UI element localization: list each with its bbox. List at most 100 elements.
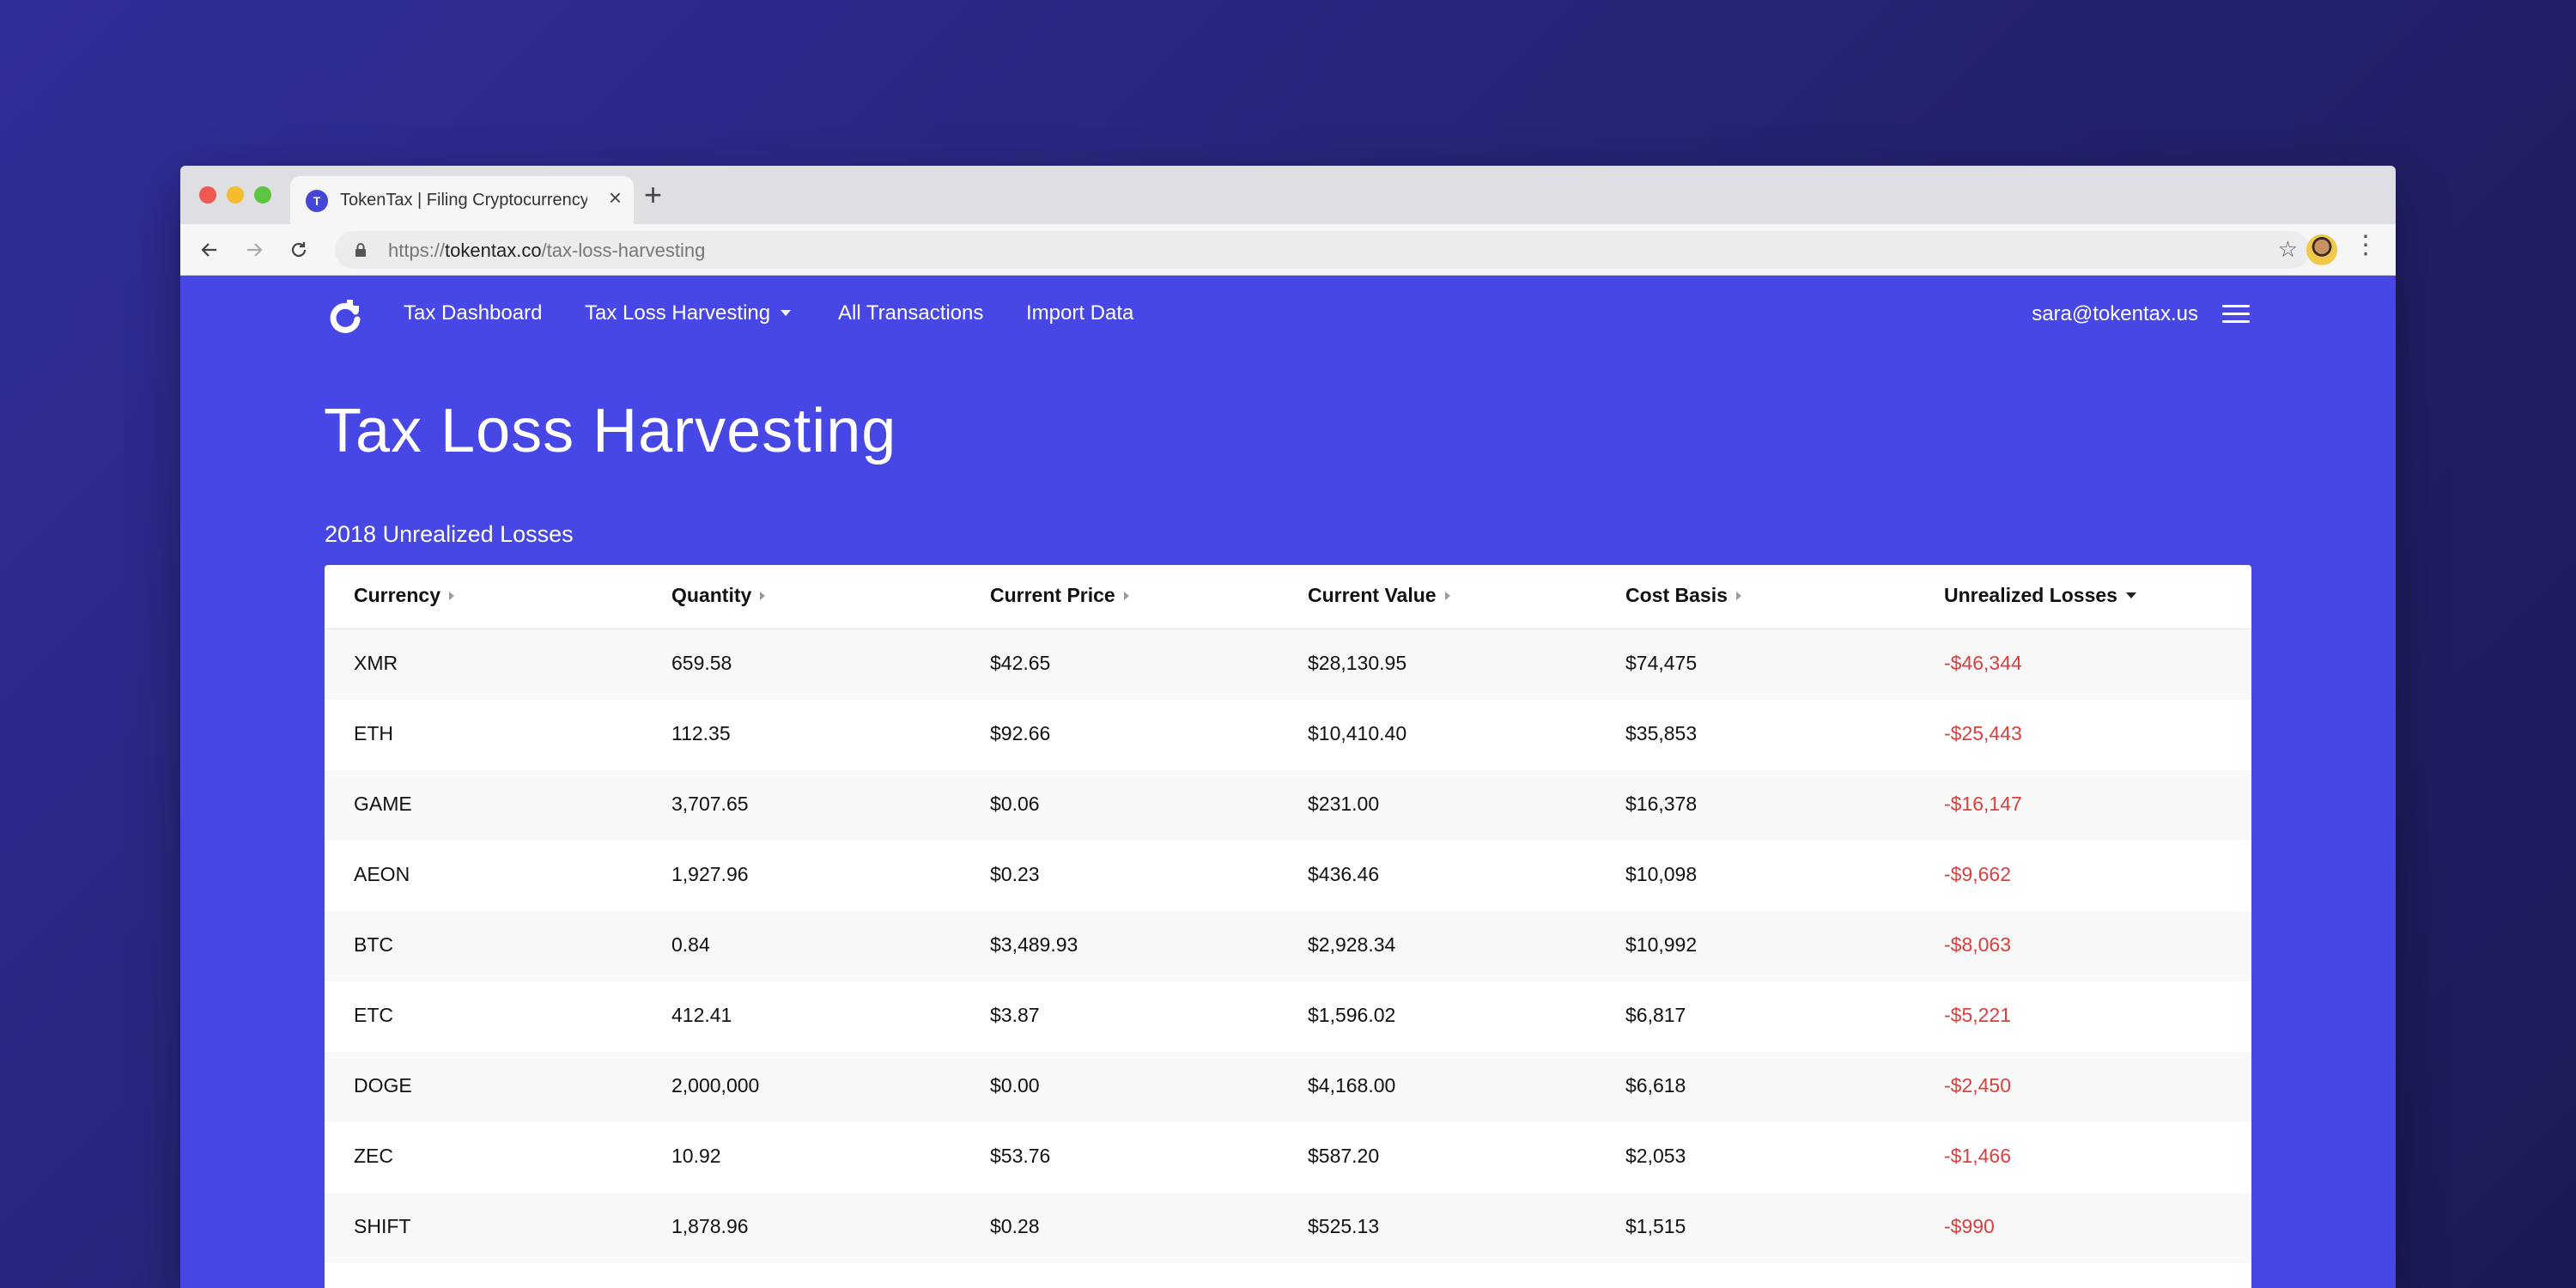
sort-icon [1444,592,1450,600]
cell-quantity: 1,878.96 [671,1215,749,1237]
bookmark-star-icon[interactable]: ☆ [2278,238,2298,260]
losses-table: Currency Quantity Current Price Current … [325,565,2251,1288]
nav-all-transactions[interactable]: All Transactions [838,301,983,325]
cell-cost-basis: $74,475 [1625,652,1698,674]
close-window-button[interactable] [199,186,216,204]
cell-unrealized-loss: -$9,662 [1944,863,2012,885]
cell-cost-basis: $1,515 [1625,1215,1686,1237]
nav-import-data[interactable]: Import Data [1026,301,1133,325]
column-header-quantity[interactable]: Quantity [671,584,766,607]
table-row[interactable]: SHIFT 1,878.96 $0.28 $525.13 $1,515 -$990 [325,1193,2251,1263]
tokentax-logo-icon[interactable] [325,296,366,337]
cell-unrealized-loss: -$25,443 [1944,722,2022,744]
app-content: Tax Dashboard Tax Loss Harvesting All Tr… [180,276,2396,1288]
cell-cost-basis: $35,853 [1625,722,1698,744]
cell-currency: AEON [354,863,410,885]
cell-current-value: $28,130.95 [1308,652,1407,674]
reload-icon[interactable] [283,234,314,265]
cell-current-price: $92.66 [990,722,1051,744]
cell-unrealized-loss: -$2,450 [1944,1074,2012,1097]
profile-avatar[interactable] [2306,234,2337,265]
browser-toolbar: https://tokentax.co/tax-loss-harvesting … [180,224,2396,276]
sort-icon [1735,592,1741,600]
browser-window: T TokenTax | Filing Cryptocurrency Taxes… [180,166,2396,1288]
cell-currency: XMR [354,652,398,674]
browser-menu-icon[interactable]: ⋮ [2353,233,2379,258]
table-row[interactable]: AEON 1,927.96 $0.23 $436.46 $10,098 -$9,662 [325,841,2251,911]
table-body: XMR 659.58 $42.65 $28,130.95 $74,475 -$46,344… [325,629,2251,1263]
cell-current-price: $0.06 [990,793,1040,815]
cell-current-value: $4,168.00 [1308,1074,1396,1097]
cell-quantity: 112.35 [671,722,731,744]
sort-descending-icon [2125,592,2136,598]
cell-cost-basis: $2,053 [1625,1145,1686,1167]
cell-currency: ZEC [354,1145,393,1167]
column-header-currency[interactable]: Currency [354,584,454,607]
browser-tab-active[interactable]: T TokenTax | Filing Cryptocurrency Taxes… [290,176,634,224]
cell-current-price: $53.76 [990,1145,1051,1167]
cell-quantity: 2,000,000 [671,1074,760,1097]
cell-current-price: $3.87 [990,1004,1040,1026]
cell-quantity: 3,707.65 [671,793,749,815]
minimize-window-button[interactable] [227,186,244,204]
table-header: Currency Quantity Current Price Current … [325,565,2251,629]
cell-current-value: $525.13 [1308,1215,1380,1237]
cell-currency: ETH [354,722,393,744]
sort-icon [448,592,454,600]
cell-unrealized-loss: -$16,147 [1944,793,2022,815]
cell-currency: DOGE [354,1074,412,1097]
cell-unrealized-loss: -$46,344 [1944,652,2022,674]
cell-unrealized-loss: -$990 [1944,1215,1995,1237]
table-row[interactable]: ETH 112.35 $92.66 $10,410.40 $35,853 -$25,443 [325,700,2251,770]
favicon-icon: T [306,190,328,212]
close-tab-icon[interactable]: × [609,186,622,209]
back-icon[interactable] [194,234,225,265]
cell-currency: GAME [354,793,412,815]
cell-cost-basis: $6,618 [1625,1074,1686,1097]
table-row[interactable]: ETC 412.41 $3.87 $1,596.02 $6,817 -$5,221 [325,981,2251,1052]
cell-current-value: $587.20 [1308,1145,1380,1167]
cell-quantity: 10.92 [671,1145,721,1167]
sort-icon [760,592,766,600]
cell-current-value: $436.46 [1308,863,1380,885]
cell-current-price: $0.28 [990,1215,1040,1237]
maximize-window-button[interactable] [254,186,271,204]
column-header-current-value[interactable]: Current Value [1308,584,1450,607]
table-row[interactable]: XMR 659.58 $42.65 $28,130.95 $74,475 -$46,344 [325,629,2251,700]
column-header-cost-basis[interactable]: Cost Basis [1625,584,1741,607]
user-email[interactable]: sara@tokentax.us [2032,302,2198,326]
cell-current-price: $0.00 [990,1074,1040,1097]
cell-current-value: $1,596.02 [1308,1004,1396,1026]
nav-tax-dashboard[interactable]: Tax Dashboard [404,301,542,325]
cell-current-price: $42.65 [990,652,1051,674]
cell-current-value: $2,928.34 [1308,933,1396,956]
url-text: https://tokentax.co/tax-loss-harvesting [388,240,706,261]
table-row[interactable]: GAME 3,707.65 $0.06 $231.00 $16,378 -$16,147 [325,770,2251,841]
address-bar[interactable]: https://tokentax.co/tax-loss-harvesting … [335,231,2310,269]
new-tab-icon[interactable]: + [644,179,662,210]
cell-cost-basis: $10,098 [1625,863,1698,885]
cell-current-value: $231.00 [1308,793,1380,815]
section-title: 2018 Unrealized Losses [325,521,574,547]
cell-cost-basis: $6,817 [1625,1004,1686,1026]
forward-icon[interactable] [239,234,270,265]
cell-current-price: $0.23 [990,863,1040,885]
tab-bar: T TokenTax | Filing Cryptocurrency Taxes… [180,166,2396,224]
cell-current-price: $3,489.93 [990,933,1078,956]
sort-icon [1123,592,1129,600]
cell-currency: BTC [354,933,393,956]
page-title: Tax Loss Harvesting [324,397,897,465]
chevron-down-icon [781,310,792,316]
nav-tax-loss-harvesting[interactable]: Tax Loss Harvesting [585,301,792,325]
cell-currency: SHIFT [354,1215,411,1237]
cell-quantity: 0.84 [671,933,710,956]
table-row[interactable]: BTC 0.84 $3,489.93 $2,928.34 $10,992 -$8,063 [325,911,2251,981]
table-row[interactable]: ZEC 10.92 $53.76 $587.20 $2,053 -$1,466 [325,1122,2251,1193]
hamburger-menu-icon[interactable] [2222,305,2250,325]
column-header-current-price[interactable]: Current Price [990,584,1129,607]
table-row[interactable]: DOGE 2,000,000 $0.00 $4,168.00 $6,618 -$2,450 [325,1052,2251,1122]
column-header-unrealized-losses[interactable]: Unrealized Losses [1944,584,2136,607]
cell-quantity: 659.58 [671,652,732,674]
cell-unrealized-loss: -$8,063 [1944,933,2012,956]
cell-unrealized-loss: -$5,221 [1944,1004,2012,1026]
